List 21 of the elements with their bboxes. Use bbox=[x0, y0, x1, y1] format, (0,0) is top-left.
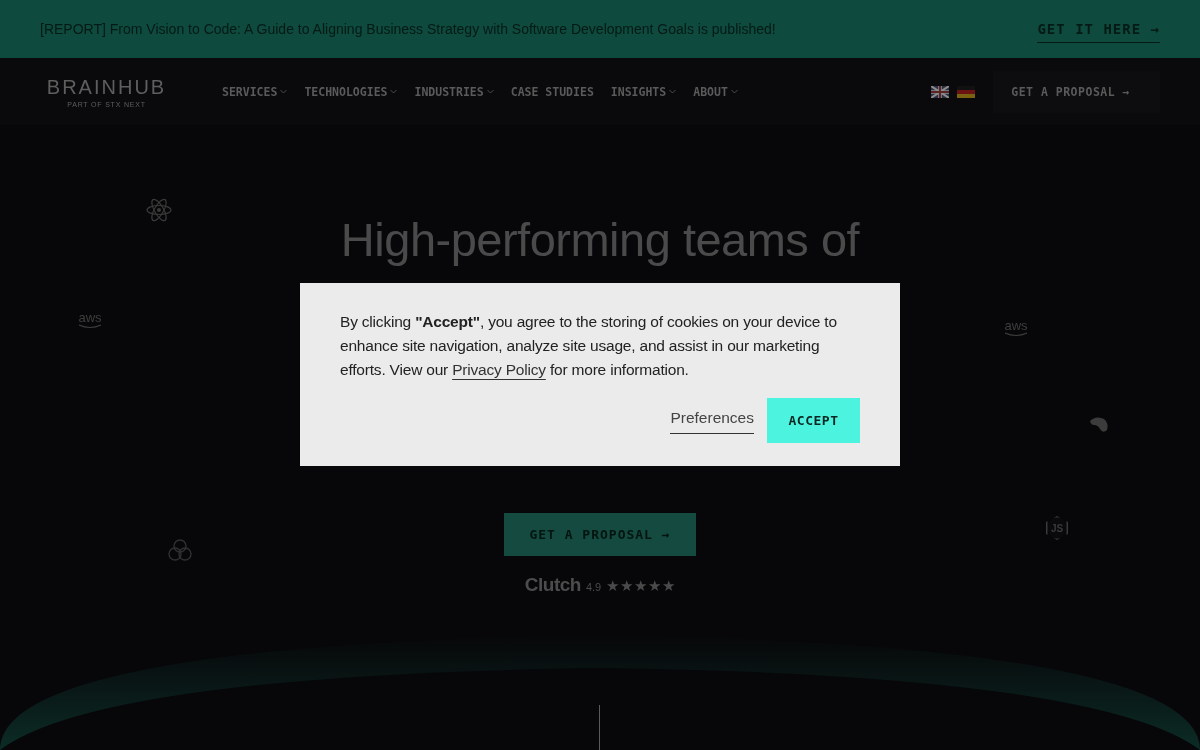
hero-heading: High-performing teams of bbox=[340, 212, 860, 267]
brand-logo[interactable]: BRAINHUB bbox=[46, 75, 167, 99]
scroll-line bbox=[599, 705, 600, 750]
nav-link[interactable]: SERVICES bbox=[222, 84, 288, 99]
nav-link[interactable]: ABOUT bbox=[693, 84, 738, 99]
german-flag-icon[interactable] bbox=[957, 85, 976, 98]
rating-stars: ★★★★★ bbox=[606, 577, 676, 595]
nav-link[interactable]: CASE STUDIES bbox=[510, 84, 594, 99]
privacy-policy-link[interactable]: Privacy Policy bbox=[452, 361, 546, 378]
knot-icon bbox=[166, 536, 194, 564]
nav-link[interactable]: INSIGHTS bbox=[610, 84, 677, 99]
accept-button[interactable]: ACCEPT bbox=[767, 398, 860, 443]
preferences-button[interactable]: Preferences bbox=[670, 409, 754, 434]
nav-link[interactable]: TECHNOLOGIES bbox=[304, 84, 398, 99]
uk-flag-icon[interactable] bbox=[931, 85, 950, 98]
rating-score: 4.9 bbox=[585, 581, 602, 593]
cookie-message: By clicking "Accept", you agree to the storing of cookies on your device to enhance site navigation, analyze site usage, and assist in our marketing efforts. View our Privacy Policy for more information. bbox=[340, 312, 838, 380]
nav-link[interactable]: INDUSTRIES bbox=[414, 84, 494, 99]
atom-icon bbox=[145, 196, 173, 224]
get-proposal-button[interactable]: GET A PROPOSAL → bbox=[993, 70, 1160, 113]
clutch-logo: Clutch bbox=[524, 574, 581, 596]
